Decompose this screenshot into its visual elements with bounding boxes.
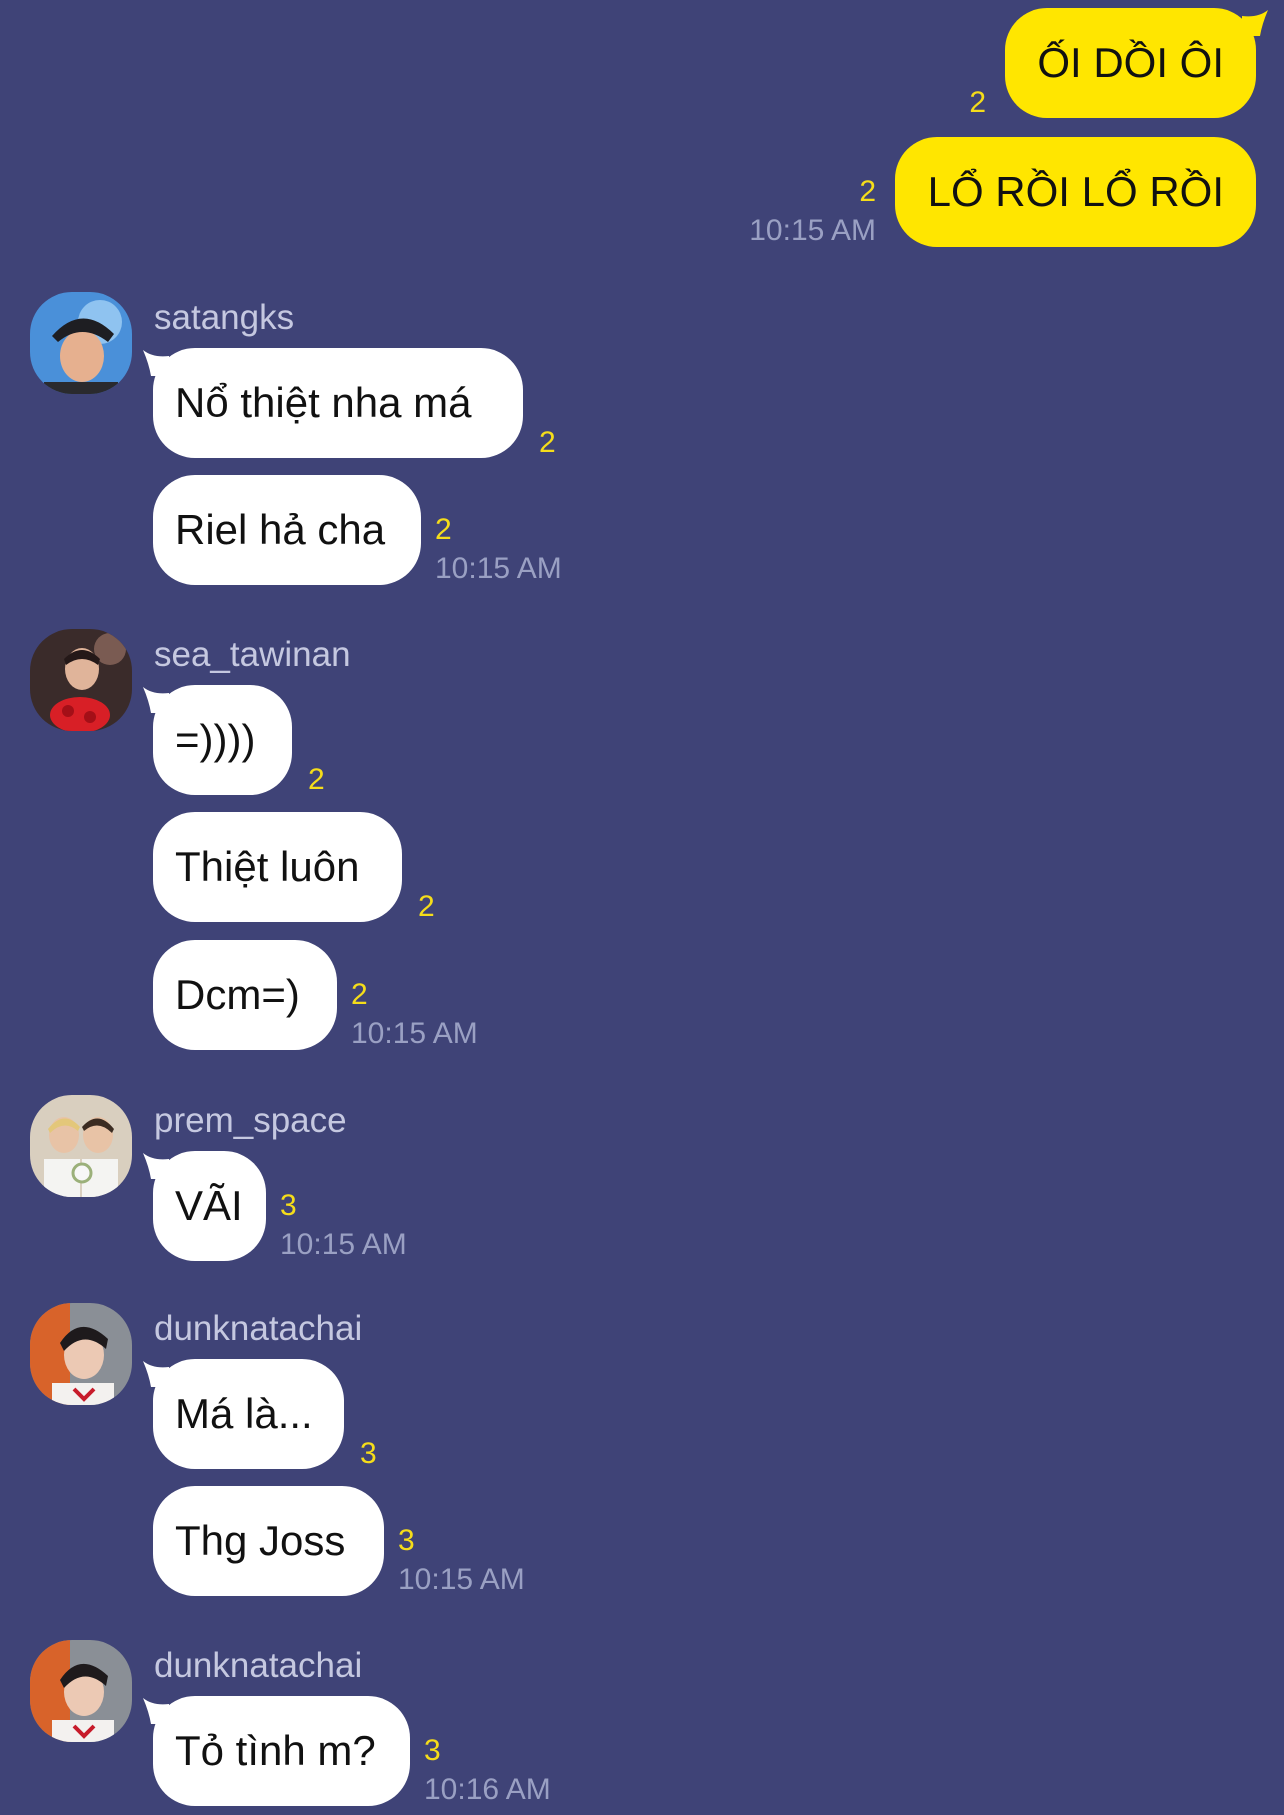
read-count: 2 xyxy=(418,890,435,923)
bubble-tail xyxy=(141,350,169,378)
message-timestamp: 10:15 AM xyxy=(435,552,562,585)
avatar-satangks[interactable] xyxy=(30,292,132,394)
incoming-message-bubble[interactable]: Thiệt luôn xyxy=(153,812,402,922)
avatar-dunknatachai[interactable] xyxy=(30,1640,132,1742)
incoming-message-bubble[interactable]: Tỏ tình m? xyxy=(153,1696,410,1806)
read-count: 3 xyxy=(424,1734,441,1767)
read-count: 2 xyxy=(969,86,986,119)
bubble-tail xyxy=(141,687,169,715)
avatar-sea-tawinan[interactable] xyxy=(30,629,132,731)
outgoing-message-bubble[interactable]: ỐI DỒI ÔI xyxy=(1005,8,1256,118)
bubble-tail xyxy=(1242,10,1270,38)
read-count: 2 xyxy=(859,175,876,208)
message-timestamp: 10:15 AM xyxy=(351,1017,478,1050)
read-count: 2 xyxy=(308,763,325,796)
message-timestamp: 10:15 AM xyxy=(280,1228,407,1261)
message-timestamp: 10:15 AM xyxy=(398,1563,525,1596)
avatar-prem-space[interactable] xyxy=(30,1095,132,1197)
incoming-message-bubble[interactable]: Riel hả cha xyxy=(153,475,421,585)
incoming-message-bubble[interactable]: =)))) xyxy=(153,685,292,795)
bubble-tail xyxy=(141,1361,169,1389)
sender-name: sea_tawinan xyxy=(154,635,351,674)
read-count: 3 xyxy=(280,1189,297,1222)
read-count: 3 xyxy=(398,1524,415,1557)
incoming-message-bubble[interactable]: Dcm=) xyxy=(153,940,337,1050)
read-count: 2 xyxy=(435,513,452,546)
incoming-message-bubble[interactable]: VÃI xyxy=(153,1151,266,1261)
chat-message-list[interactable]: ỐI DỒI ÔI 2 LỔ RỒI LỔ RỒI 2 10:15 AM satangk… xyxy=(0,0,1284,1815)
outgoing-message-bubble[interactable]: LỔ RỒI LỔ RỒI xyxy=(895,137,1256,247)
sender-name: dunknatachai xyxy=(154,1309,363,1348)
bubble-tail xyxy=(141,1698,169,1726)
sender-name: prem_space xyxy=(154,1101,347,1140)
incoming-message-bubble[interactable]: Nổ thiệt nha má xyxy=(153,348,523,458)
read-count: 3 xyxy=(360,1437,377,1470)
message-timestamp: 10:16 AM xyxy=(424,1773,551,1806)
bubble-tail xyxy=(141,1153,169,1181)
read-count: 2 xyxy=(351,978,368,1011)
incoming-message-bubble[interactable]: Má là... xyxy=(153,1359,344,1469)
sender-name: satangks xyxy=(154,298,295,337)
message-timestamp: 10:15 AM xyxy=(749,214,876,247)
avatar-dunknatachai[interactable] xyxy=(30,1303,132,1405)
sender-name: dunknatachai xyxy=(154,1646,363,1685)
incoming-message-bubble[interactable]: Thg Joss xyxy=(153,1486,384,1596)
read-count: 2 xyxy=(539,426,556,459)
